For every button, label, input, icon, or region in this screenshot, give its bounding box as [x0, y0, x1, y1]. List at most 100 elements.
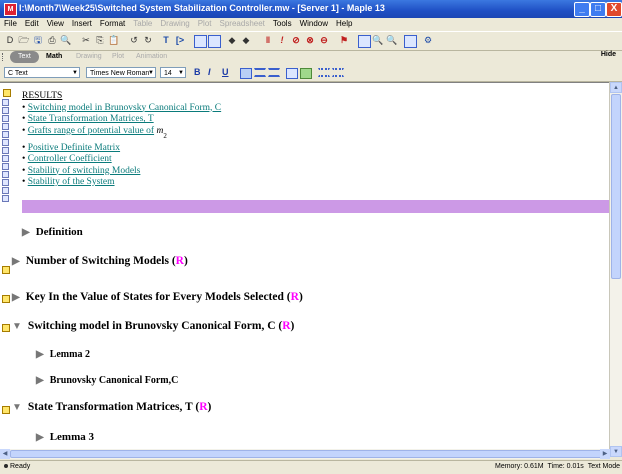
palette-tabs: Text Math Drawing Plot Animation Hide	[0, 50, 622, 64]
collapse-section-icon[interactable]	[208, 35, 221, 48]
tab-animation[interactable]: Animation	[136, 51, 167, 63]
exec-group-marker[interactable]	[2, 324, 10, 332]
exec-group-marker[interactable]	[2, 295, 10, 303]
scroll-right-icon[interactable]: ▶	[600, 449, 610, 459]
subsection-brunovsky-form[interactable]: ▶ Brunovsky Canonical Form,C	[36, 375, 178, 386]
forward-icon[interactable]: ◆	[240, 34, 252, 46]
r-marker[interactable]: R	[282, 320, 290, 332]
align-left-icon[interactable]	[240, 68, 252, 79]
tab-text[interactable]: Text	[10, 51, 39, 63]
result-link[interactable]: Grafts range of potential value of	[28, 126, 154, 136]
tab-plot[interactable]: Plot	[112, 51, 124, 63]
result-link[interactable]: Positive Definite Matrix	[28, 143, 120, 153]
insert-image-icon[interactable]	[286, 68, 298, 79]
section-collapsed-icon[interactable]: ▶	[36, 432, 44, 443]
zoom-in-icon[interactable]: 🔍	[372, 34, 384, 46]
zoom-out-icon[interactable]: 🔍	[386, 34, 398, 46]
subsection-lemma-2[interactable]: ▶ Lemma 2	[36, 349, 90, 360]
restart-icon[interactable]: ‖	[262, 34, 274, 46]
section-brunovsky[interactable]: ▼ Switching model in Brunovsky Canonical …	[12, 320, 294, 332]
back-icon[interactable]: ◆	[226, 34, 238, 46]
bold-button[interactable]: B	[194, 67, 201, 78]
debug-icon[interactable]: ⊗	[304, 34, 316, 46]
exec-group-marker[interactable]	[2, 266, 10, 274]
math-prompt-icon[interactable]: [>	[174, 34, 186, 46]
align-right-icon[interactable]	[268, 68, 280, 77]
minimize-icon[interactable]: _	[574, 2, 590, 17]
copy-icon[interactable]: ⎘	[94, 34, 106, 46]
paste-icon[interactable]: 📋	[108, 34, 120, 46]
text-mode-icon[interactable]: T	[160, 34, 172, 46]
numbered-list-icon[interactable]	[318, 68, 330, 77]
scroll-thumb-horizontal[interactable]	[10, 450, 608, 458]
redo-icon[interactable]: ↻	[142, 34, 154, 46]
undo-icon[interactable]: ↺	[128, 34, 140, 46]
zoom-100-icon[interactable]	[358, 35, 371, 48]
vertical-scrollbar[interactable]: ▲ ▼	[609, 82, 622, 457]
section-collapsed-icon[interactable]: ▶	[12, 292, 20, 303]
menu-file[interactable]: File	[0, 18, 21, 28]
help-icon[interactable]: ⚙	[422, 34, 434, 46]
exec-group-marker[interactable]	[2, 406, 10, 414]
document-area[interactable]: RESULTS • Switching model in Brunovsky C…	[0, 82, 610, 458]
section-collapsed-icon[interactable]: ▶	[22, 227, 30, 238]
result-link[interactable]: Stability of switching Models	[28, 166, 141, 176]
section-collapsed-icon[interactable]: ▶	[12, 256, 20, 267]
result-link[interactable]: Controller Coefficient	[28, 154, 112, 164]
maximize-icon[interactable]: □	[590, 2, 606, 17]
menu-edit[interactable]: Edit	[21, 18, 43, 28]
section-expanded-icon[interactable]: ▼	[12, 402, 22, 413]
r-marker[interactable]: R	[291, 291, 299, 303]
execute-icon[interactable]: !	[276, 34, 288, 46]
size-select[interactable]: 14 ▼	[160, 67, 186, 78]
menu-view[interactable]: View	[43, 18, 68, 28]
style-select[interactable]: C Text ▼	[4, 67, 80, 78]
menu-insert[interactable]: Insert	[68, 18, 96, 28]
result-link[interactable]: Switching model in Brunovsky Canonical F…	[28, 103, 221, 113]
hide-button[interactable]: Hide	[601, 51, 616, 58]
stop-icon[interactable]: ⊘	[290, 34, 302, 46]
page-width-icon[interactable]	[404, 35, 417, 48]
tab-drawing[interactable]: Drawing	[76, 51, 102, 63]
restart-server-icon[interactable]: ⊖	[318, 34, 330, 46]
section-state-transformation[interactable]: ▼ State Transformation Matrices, T (R)	[12, 401, 211, 413]
close-icon[interactable]: X	[606, 2, 622, 17]
print-preview-icon[interactable]: 🔍	[60, 34, 72, 46]
menu-tools[interactable]: Tools	[269, 18, 296, 28]
open-folder-icon[interactable]: 🗁	[18, 34, 30, 46]
new-document-icon[interactable]: D	[4, 34, 16, 46]
r-marker[interactable]: R	[199, 401, 207, 413]
result-link[interactable]: State Transformation Matrices, T	[28, 114, 154, 124]
section-key-in-states[interactable]: ▶ Key In the Value of States for Every Mo…	[12, 291, 303, 303]
menu-help[interactable]: Help	[332, 18, 356, 28]
section-definition[interactable]: ▶ Definition	[22, 226, 83, 238]
cut-icon[interactable]: ✂	[80, 34, 92, 46]
highlight-band	[22, 200, 610, 213]
save-icon[interactable]: 🖫	[32, 34, 44, 46]
result-link[interactable]: Stability of the System	[28, 177, 115, 187]
section-collapsed-icon[interactable]: ▶	[36, 349, 44, 360]
tab-math[interactable]: Math	[46, 51, 62, 63]
section-collapsed-icon[interactable]: ▶	[36, 375, 44, 386]
underline-button[interactable]: U	[222, 67, 229, 78]
scroll-left-icon[interactable]: ◀	[0, 449, 10, 459]
align-center-icon[interactable]	[254, 68, 266, 77]
menu-format[interactable]: Format	[96, 18, 129, 28]
maple-app-icon[interactable]: M	[4, 3, 17, 16]
insert-table-icon[interactable]	[300, 68, 312, 79]
italic-button[interactable]: I	[208, 67, 211, 78]
scroll-up-icon[interactable]: ▲	[610, 82, 622, 93]
horizontal-scrollbar[interactable]: ◀ ▶	[0, 449, 622, 459]
exec-group-marker[interactable]	[3, 89, 11, 97]
section-number-switching[interactable]: ▶ Number of Switching Models (R)	[12, 255, 188, 267]
font-select[interactable]: Times New Roman ▼	[86, 67, 156, 78]
section-expanded-icon[interactable]: ▼	[12, 321, 22, 332]
expand-section-icon[interactable]	[194, 35, 207, 48]
scroll-thumb[interactable]	[611, 94, 621, 279]
r-marker[interactable]: R	[176, 255, 184, 267]
subsection-lemma-3[interactable]: ▶ Lemma 3	[36, 431, 94, 443]
menu-window[interactable]: Window	[296, 18, 332, 28]
bullet-list-icon[interactable]	[332, 68, 344, 77]
debug-flag-icon[interactable]: ⚑	[338, 34, 350, 46]
print-icon[interactable]: ⎙	[46, 34, 58, 46]
